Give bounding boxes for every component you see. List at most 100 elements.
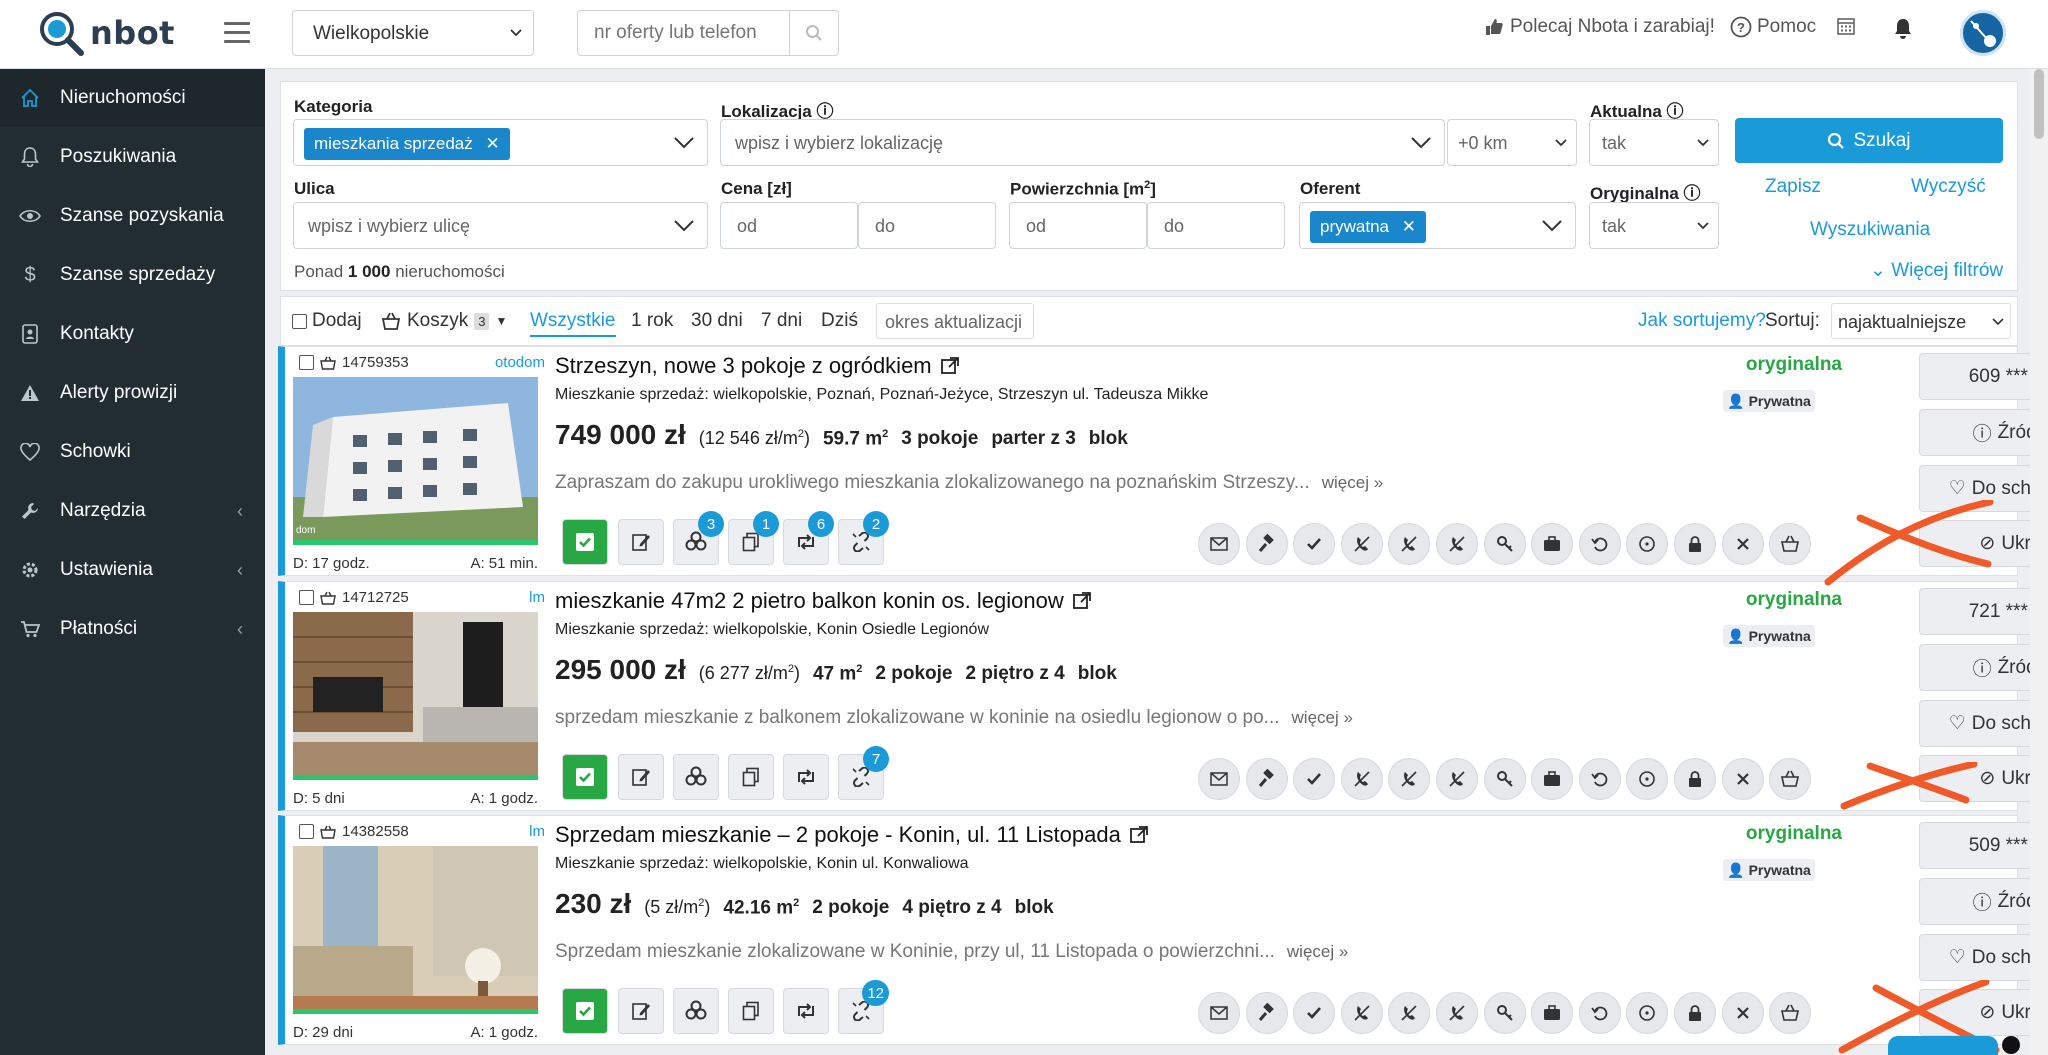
scroll-up-icon[interactable] bbox=[2002, 1036, 2020, 1054]
notifications-bell-icon[interactable] bbox=[1893, 18, 1913, 40]
listing-source[interactable]: lm bbox=[485, 823, 545, 840]
period-tab-all[interactable]: Wszystkie bbox=[530, 310, 616, 337]
action-copy-button[interactable] bbox=[728, 988, 774, 1034]
phone-button[interactable]: 721 *** *** bbox=[1919, 588, 2048, 635]
action-retweet-button[interactable] bbox=[783, 754, 829, 800]
period-tab-7d[interactable]: 7 dni bbox=[761, 310, 802, 332]
period-tab-today[interactable]: Dziś bbox=[821, 310, 858, 332]
source-button[interactable]: ⓘ Źródło bbox=[1919, 878, 2048, 925]
action-check-button[interactable] bbox=[1293, 523, 1336, 565]
save-link[interactable]: Zapisz bbox=[1765, 176, 1821, 198]
action-gavel-button[interactable] bbox=[1245, 758, 1288, 800]
sidebar-item-szanse-sprzedazy[interactable]: $ Szanse sprzedaży bbox=[0, 246, 265, 304]
checkbox[interactable] bbox=[292, 313, 307, 329]
search-submit-button[interactable]: Szukaj bbox=[1735, 118, 2003, 163]
price-to-input[interactable]: do bbox=[858, 202, 996, 249]
action-edit-button[interactable] bbox=[618, 988, 664, 1034]
action-no-phone-button[interactable] bbox=[1340, 758, 1383, 800]
listing-title[interactable]: mieszkanie 47m2 2 pietro balkon konin os… bbox=[555, 588, 1092, 614]
action-edit-button[interactable] bbox=[618, 754, 664, 800]
sidebar-item-ustawienia[interactable]: Ustawienia ‹ bbox=[0, 541, 265, 599]
more-link[interactable]: więcej » bbox=[1292, 708, 1353, 727]
menu-toggle-icon[interactable] bbox=[224, 22, 250, 49]
offerer-select[interactable]: prywatna ✕ bbox=[1299, 202, 1576, 249]
action-no-phone-button[interactable] bbox=[1340, 992, 1383, 1034]
original-select[interactable]: tak bbox=[1589, 202, 1719, 249]
location-select[interactable]: wpisz i wybierz lokalizację bbox=[720, 119, 1445, 166]
action-gavel-button[interactable] bbox=[1245, 992, 1288, 1034]
action-clock-button[interactable] bbox=[1626, 992, 1669, 1034]
action-edit-button[interactable] bbox=[618, 519, 664, 565]
action-checked-button[interactable] bbox=[562, 519, 608, 565]
how-we-sort-link[interactable]: Jak sortujemy? bbox=[1638, 310, 1766, 332]
refer-link[interactable]: Polecaj Nbota i zarabiaj! bbox=[1484, 16, 1715, 38]
more-link[interactable]: więcej » bbox=[1322, 473, 1383, 492]
action-times-button[interactable] bbox=[1721, 992, 1764, 1034]
sort-select[interactable]: najaktualniejsze bbox=[1831, 303, 2011, 339]
area-to-input[interactable]: do bbox=[1147, 202, 1285, 249]
action-no-phone-alt-button[interactable] bbox=[1388, 992, 1431, 1034]
action-times-button[interactable] bbox=[1721, 758, 1764, 800]
external-link-icon[interactable] bbox=[940, 356, 960, 376]
clear-link[interactable]: Wyczyść bbox=[1911, 176, 1986, 198]
action-no-phone-alt-button[interactable] bbox=[1388, 523, 1431, 565]
distance-select[interactable]: +0 km bbox=[1447, 119, 1577, 166]
action-no-phone-agent-button[interactable] bbox=[1436, 523, 1478, 565]
sidebar-item-schowki[interactable]: Schowki bbox=[0, 423, 265, 481]
offerer-tag[interactable]: prywatna ✕ bbox=[1310, 211, 1426, 243]
action-envelope-button[interactable] bbox=[1198, 992, 1240, 1034]
sidebar-item-kontakty[interactable]: Kontakty bbox=[0, 305, 265, 363]
action-undo-button[interactable] bbox=[1578, 758, 1621, 800]
price-from-input[interactable]: od bbox=[720, 202, 858, 249]
period-tab-30d[interactable]: 30 dni bbox=[691, 310, 743, 332]
update-period-input[interactable]: okres aktualizacji bbox=[876, 303, 1034, 339]
add-to-favorites-button[interactable]: ♡Do schowka bbox=[1919, 934, 2048, 981]
phone-button[interactable]: 509 *** *** bbox=[1919, 822, 2048, 869]
listing-select-checkbox[interactable] bbox=[299, 355, 314, 370]
action-unlink-button[interactable]: 7 bbox=[838, 746, 889, 800]
logo[interactable]: nbot bbox=[38, 10, 175, 56]
listing-select-checkbox[interactable] bbox=[299, 590, 314, 605]
action-unlink-button[interactable]: 12 bbox=[838, 980, 889, 1034]
action-retweet-button[interactable] bbox=[783, 988, 829, 1034]
action-key-button[interactable] bbox=[1483, 758, 1526, 800]
basket-icon[interactable] bbox=[320, 825, 336, 839]
action-biohazard-button[interactable] bbox=[673, 754, 719, 800]
action-undo-button[interactable] bbox=[1578, 523, 1621, 565]
action-copy-button[interactable] bbox=[728, 754, 774, 800]
action-gavel-button[interactable] bbox=[1245, 523, 1288, 565]
action-no-phone-button[interactable] bbox=[1340, 523, 1383, 565]
more-filters-link[interactable]: ⌄ Więcej filtrów bbox=[1870, 259, 2003, 282]
action-biohazard-button[interactable]: 3 bbox=[673, 511, 724, 565]
calendar-icon[interactable] bbox=[1836, 16, 1856, 36]
action-no-phone-agent-button[interactable] bbox=[1436, 992, 1478, 1034]
add-checkbox[interactable]: Dodaj bbox=[292, 310, 362, 332]
sidebar-item-poszukiwania[interactable]: Poszukiwania bbox=[0, 128, 265, 186]
action-retweet-button[interactable]: 6 bbox=[783, 511, 834, 565]
listing-photo[interactable] bbox=[293, 612, 538, 780]
sidebar-item-alerty-prowizji[interactable]: Alerty prowizji bbox=[0, 364, 265, 422]
region-select[interactable]: Wielkopolskie bbox=[292, 10, 534, 56]
action-checked-button[interactable] bbox=[562, 988, 608, 1034]
sidebar-item-narzedzia[interactable]: Narzędzia ‹ bbox=[0, 482, 265, 540]
action-undo-button[interactable] bbox=[1578, 992, 1621, 1034]
scrollbar[interactable] bbox=[2030, 69, 2048, 1055]
action-basket-button[interactable] bbox=[1769, 758, 1812, 800]
period-tab-1y[interactable]: 1 rok bbox=[631, 310, 673, 332]
action-envelope-button[interactable] bbox=[1198, 758, 1240, 800]
source-button[interactable]: ⓘ Źródło bbox=[1919, 644, 2048, 691]
category-tag[interactable]: mieszkania sprzedaż ✕ bbox=[304, 128, 510, 160]
user-avatar[interactable] bbox=[1960, 10, 2006, 56]
external-link-icon[interactable] bbox=[1072, 591, 1092, 611]
listing-title[interactable]: Strzeszyn, nowe 3 pokoje z ogródkiem bbox=[555, 353, 960, 379]
basket-dropdown[interactable]: Koszyk 3 ▼ bbox=[381, 310, 507, 332]
category-select[interactable]: mieszkania sprzedaż ✕ bbox=[293, 119, 708, 166]
source-button[interactable]: ⓘ Źródło bbox=[1919, 409, 2048, 456]
scrollbar-thumb[interactable] bbox=[2034, 69, 2044, 139]
action-unlink-button[interactable]: 2 bbox=[838, 511, 889, 565]
sidebar-item-szanse-pozyskania[interactable]: Szanse pozyskania bbox=[0, 187, 265, 245]
current-select[interactable]: tak bbox=[1589, 119, 1719, 166]
listing-source[interactable]: otodom bbox=[485, 354, 545, 371]
add-to-favorites-button[interactable]: ♡Do schowka bbox=[1919, 700, 2048, 747]
action-check-button[interactable] bbox=[1293, 992, 1336, 1034]
